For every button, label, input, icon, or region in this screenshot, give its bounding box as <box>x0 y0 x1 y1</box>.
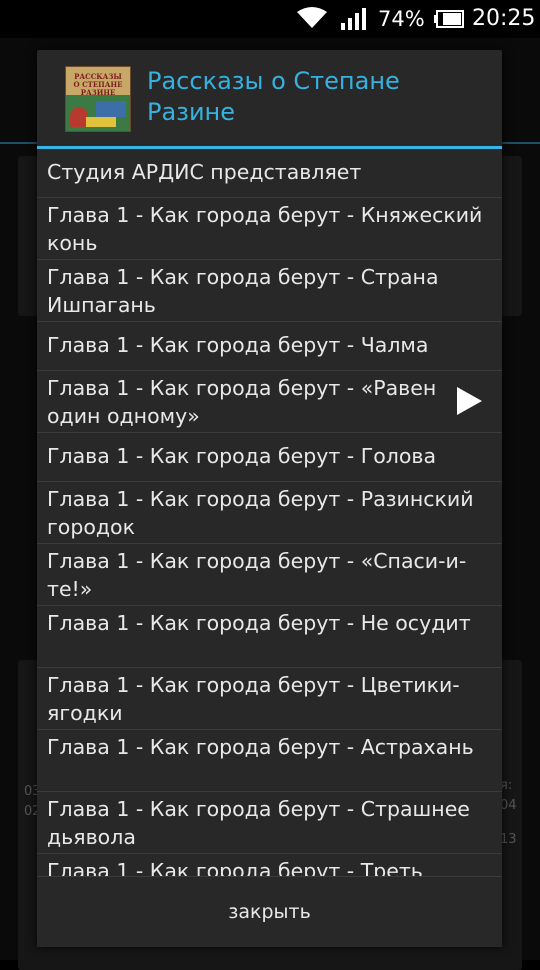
background-text: 04 <box>500 798 517 813</box>
background-text: 13 <box>500 832 517 847</box>
chapter-item[interactable]: Глава 1 - Как города берут - Голова <box>37 433 502 482</box>
chapter-item[interactable]: Глава 1 - Как города берут - «Равен один… <box>37 371 502 433</box>
chapter-label: Глава 1 - Как города берут - Астрахань <box>47 735 474 759</box>
chapter-list[interactable]: Студия АРДИС представляет Глава 1 - Как … <box>37 149 502 876</box>
chapter-item[interactable]: Глава 1 - Как города берут - Страна Ишпа… <box>37 260 502 322</box>
dialog-title: Рассказы о Степане Разине <box>147 67 400 126</box>
chapter-item[interactable]: Глава 1 - Как города берут - Треть <box>37 854 502 876</box>
chapter-item[interactable]: Глава 1 - Как города берут - Чалма <box>37 322 502 371</box>
chapter-label: Глава 1 - Как города берут - Разинский г… <box>47 487 474 539</box>
chapter-label: Глава 1 - Как города берут - Страна Ишпа… <box>47 265 439 317</box>
clock: 20:25 <box>472 6 536 31</box>
chapter-label: Глава 1 - Как города берут - Треть <box>47 859 423 876</box>
play-icon[interactable] <box>454 386 484 416</box>
chapter-label: Глава 1 - Как города берут - Цветики-яго… <box>47 673 460 725</box>
wifi-icon <box>297 7 327 28</box>
chapter-item[interactable]: Глава 1 - Как города берут - Страшнее дь… <box>37 792 502 854</box>
signal-icon <box>341 8 366 30</box>
chapter-label: Глава 1 - Как города берут - «Спаси-и-те… <box>47 549 467 601</box>
chapter-label: Студия АРДИС представляет <box>47 160 362 184</box>
chapter-item[interactable]: Глава 1 - Как города берут - Астрахань <box>37 730 502 792</box>
chapter-item[interactable]: Глава 1 - Как города берут - Не осудит <box>37 606 502 668</box>
chapter-label: Глава 1 - Как города берут - «Равен один… <box>47 376 437 428</box>
chapter-item[interactable]: Глава 1 - Как города берут - Цветики-яго… <box>37 668 502 730</box>
chapter-item[interactable]: Глава 1 - Как города берут - Разинский г… <box>37 482 502 544</box>
chapter-item[interactable]: Глава 1 - Как города берут - «Спаси-и-те… <box>37 544 502 606</box>
book-cover-image: РАССКАЗЫ О СТЕПАНЕ РАЗИНЕ <box>65 66 131 132</box>
status-bar: 74% 20:25 <box>0 0 540 38</box>
chapter-label: Глава 1 - Как города берут - Чалма <box>47 333 429 357</box>
chapter-label: Глава 1 - Как города берут - Страшнее дь… <box>47 797 470 849</box>
chapter-item[interactable]: Глава 1 - Как города берут - Княжеский к… <box>37 198 502 260</box>
battery-percent: 74% <box>378 7 425 31</box>
close-button[interactable]: закрыть <box>37 877 502 947</box>
chapter-label: Глава 1 - Как города берут - Не осудит <box>47 611 471 635</box>
cover-title-text: РАССКАЗЫ О СТЕПАНЕ РАЗИНЕ <box>73 72 123 97</box>
dialog-header: РАССКАЗЫ О СТЕПАНЕ РАЗИНЕ Рассказы о Сте… <box>37 50 502 147</box>
chapter-item[interactable]: Студия АРДИС представляет <box>37 149 502 198</box>
battery-icon <box>434 10 464 28</box>
chapter-label: Глава 1 - Как города берут - Голова <box>47 444 437 468</box>
chapter-dialog: РАССКАЗЫ О СТЕПАНЕ РАЗИНЕ Рассказы о Сте… <box>37 50 502 947</box>
chapter-label: Глава 1 - Как города берут - Княжеский к… <box>47 203 483 255</box>
